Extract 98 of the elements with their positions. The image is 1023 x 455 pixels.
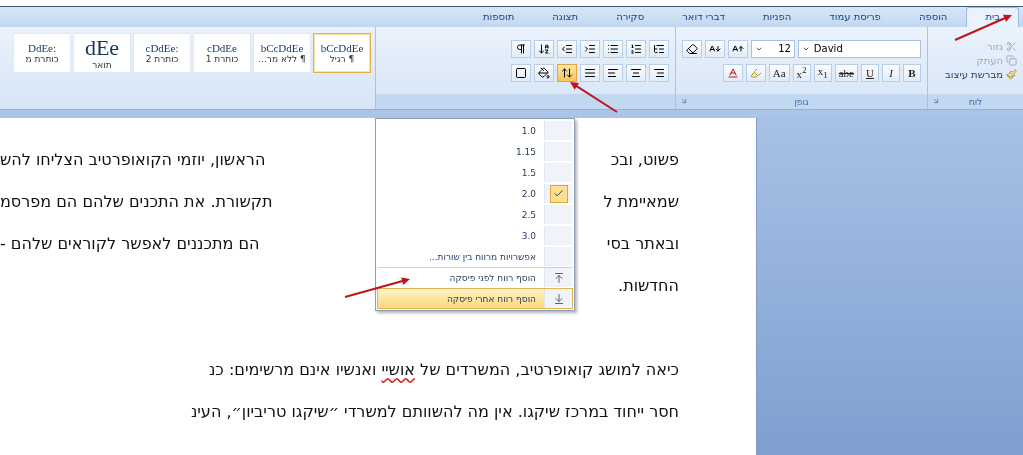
indent-button[interactable]: [580, 39, 600, 58]
menu-item[interactable]: 1.5: [377, 162, 573, 183]
list-tree-icon: [653, 42, 665, 55]
style-sample: bCcDdEe: [320, 41, 364, 55]
justify-icon: [584, 66, 596, 79]
style-label: תואר: [92, 60, 112, 71]
format-button[interactable]: U: [861, 63, 879, 82]
menu-item[interactable]: 1.0: [377, 120, 573, 141]
format-button[interactable]: Aa: [768, 63, 790, 82]
space-after-icon: [552, 292, 565, 305]
font-color-icon: [726, 66, 739, 79]
outdent-icon: [561, 42, 573, 55]
eraser-icon: [686, 42, 698, 55]
font-name: David: [813, 43, 843, 54]
paragraph-text: שמאיימת ל: [603, 191, 679, 211]
shrink-font-icon: [709, 42, 721, 55]
arrow: [570, 82, 618, 113]
paragraph-text: החדשות.: [618, 275, 679, 295]
paint-bucket-icon: [538, 66, 550, 79]
align-center-icon: [630, 66, 642, 79]
ribbon-tab[interactable]: בית: [966, 7, 1019, 27]
paragraph-text: חסר ייחוד במרכז שיקגו. אין מה להשוותם למשרדי ״שיקגו טריביון״, העינ: [190, 401, 679, 421]
ribbon-tab[interactable]: הוספה: [899, 7, 967, 27]
format-button[interactable]: x$^{2}$: [792, 63, 811, 82]
multilevel-list-button[interactable]: [649, 39, 669, 58]
format-button[interactable]: B: [903, 63, 921, 82]
ribbon-tab[interactable]: דברי דואר: [663, 7, 744, 27]
menu-item[interactable]: 3.0: [377, 225, 573, 246]
bullet-list-button[interactable]: [603, 39, 623, 58]
ribbon-tab[interactable]: פריסת עמוד: [810, 7, 900, 27]
format-button[interactable]: abe: [834, 63, 858, 82]
paragraph-text: פשוט, ובכ: [610, 149, 679, 169]
scissors-icon: [1006, 41, 1017, 52]
font-name-field[interactable]: David: [797, 39, 921, 58]
menu-item[interactable]: אפשרויות מרווח בין שורות...: [377, 246, 573, 267]
format-button[interactable]: I: [882, 63, 900, 82]
paragraph-text: תקשורת. את התכנים שלהם הם מפרסמ: [0, 191, 273, 211]
shading-button[interactable]: [534, 63, 554, 82]
highlight-button[interactable]: [745, 63, 766, 82]
menu-item[interactable]: 2.0: [377, 183, 573, 204]
paragraph-text: הראשון, יוזמי הקואופרטיב הצליחו להש: [0, 149, 266, 169]
style-sample: :cDdEe: [145, 41, 179, 55]
style-sample: dEe: [84, 35, 120, 61]
style-label: כותרת 1: [205, 54, 239, 65]
arrow: [954, 14, 1012, 41]
ribbon-tab[interactable]: תוספות: [463, 7, 534, 27]
ribbon-tab[interactable]: תצוגה: [533, 7, 598, 27]
align-left-button[interactable]: [603, 63, 623, 82]
font-color-button[interactable]: [722, 63, 743, 82]
align-center-button[interactable]: [626, 63, 646, 82]
line-spacing-icon: [561, 66, 573, 79]
group-label: לוח: [968, 96, 983, 107]
arrow: [344, 277, 410, 298]
border-icon: [515, 66, 527, 79]
format-button[interactable]: x$_{1}$: [813, 63, 832, 82]
paragraph-text: ובאתר בסי: [606, 233, 679, 253]
style-sample: :DdEe: [27, 41, 57, 55]
menu-item[interactable]: 1.15: [377, 141, 573, 162]
check-icon: [553, 188, 564, 199]
style-sample: bCcDdEe: [260, 41, 304, 55]
menu-item[interactable]: 2.5: [377, 204, 573, 225]
font-size: 12: [778, 43, 791, 54]
font-size-field[interactable]: 12: [751, 39, 795, 58]
paintbrush-icon: [1006, 69, 1017, 80]
outdent-button[interactable]: [557, 39, 577, 58]
style-label: ¶ ללא מר...: [258, 54, 306, 65]
highlighter-icon: [749, 66, 762, 79]
grow-font-button[interactable]: [728, 39, 748, 58]
numbered-list-icon: [630, 42, 642, 55]
numbered-list-button[interactable]: [626, 39, 646, 58]
ribbon-tab[interactable]: הפניות: [743, 7, 811, 27]
style-label: ¶ רגיל: [329, 54, 355, 65]
style-sample: cDdEe: [207, 41, 237, 55]
shrink-font-button[interactable]: [705, 39, 725, 58]
paragraph-text: כיאה למושג קואופרטיב, המשרדים של אושיי ואנשיו אינם מרשימים: כנ: [208, 359, 679, 379]
align-left-icon: [607, 66, 619, 79]
clipboard-command[interactable]: מברשת עיצוב: [945, 69, 1017, 80]
grow-font-icon: [732, 42, 744, 55]
clear-format-button[interactable]: [682, 39, 702, 58]
line-spacing-button[interactable]: [557, 63, 577, 82]
sort-icon: [538, 42, 550, 55]
paragraph-text: הם מתכננים לאפשר לקוראים שלהם -: [0, 233, 260, 253]
borders-button[interactable]: [511, 63, 531, 82]
menu-item[interactable]: הוסף רווח אחרי פיסקה: [377, 288, 573, 309]
pilcrow-icon: [515, 42, 527, 55]
sort-button[interactable]: [534, 39, 554, 58]
style-label: כותרת 2: [145, 54, 179, 65]
align-right-icon: [653, 66, 665, 79]
group-label: גופן: [794, 96, 809, 107]
show-marks-button[interactable]: [511, 39, 531, 58]
style-label: כותרת מ: [25, 54, 59, 65]
bullet-list-icon: [607, 42, 619, 55]
align-right-button[interactable]: [649, 63, 669, 82]
space-before-icon: [552, 271, 565, 284]
indent-icon: [584, 42, 596, 55]
justify-button[interactable]: [580, 63, 600, 82]
copy-icon: [1006, 55, 1017, 66]
ribbon-tab[interactable]: סקירה: [597, 7, 664, 27]
